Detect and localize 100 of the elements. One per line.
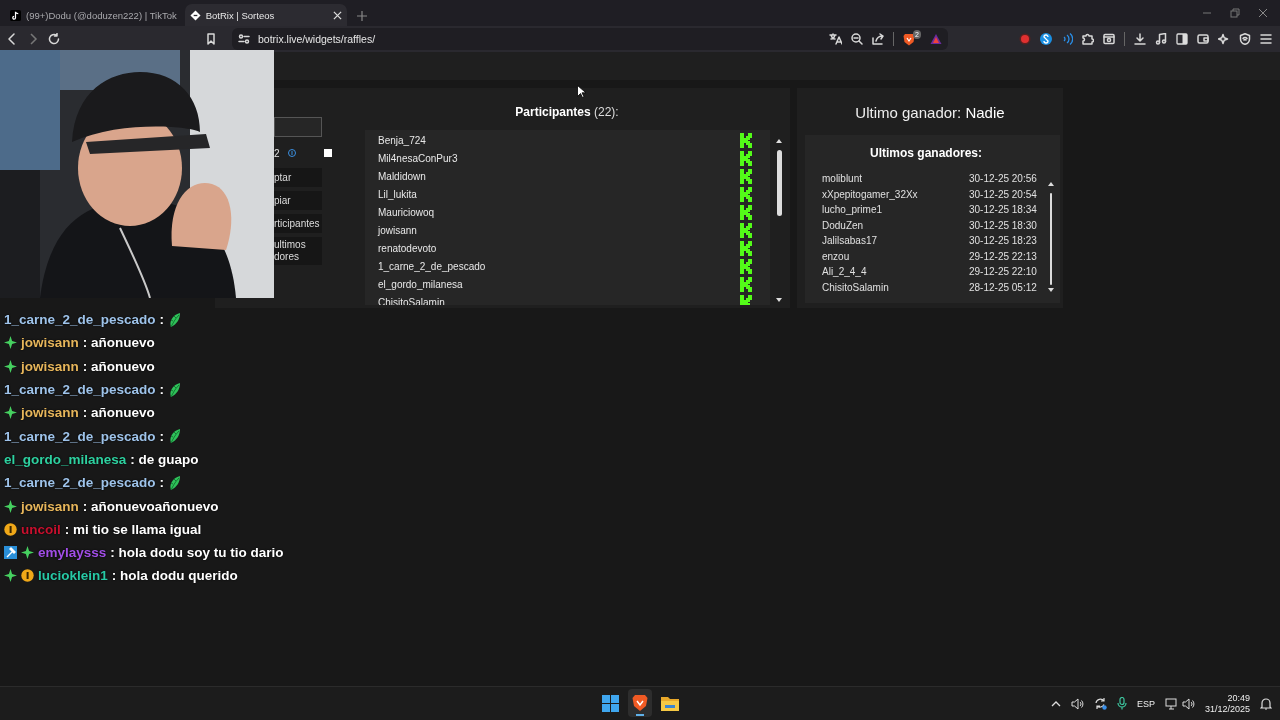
winner-name: ChisitoSalamin bbox=[822, 281, 890, 293]
windows-icon[interactable] bbox=[601, 694, 619, 712]
chat-username: 1_carne_2_de_pescado bbox=[4, 475, 156, 491]
browser-tab[interactable]: BotRix | Sorteos bbox=[184, 4, 347, 26]
wallet-icon[interactable] bbox=[1197, 33, 1209, 45]
chat-message: : añonuevo bbox=[82, 405, 155, 421]
music-icon[interactable] bbox=[1155, 33, 1167, 45]
winners-title: Ultimos ganadores: bbox=[869, 146, 983, 162]
scroll-thumb[interactable] bbox=[776, 150, 782, 216]
record-icon[interactable] bbox=[1019, 33, 1031, 45]
platform-icon bbox=[740, 240, 752, 256]
platform-icon bbox=[740, 294, 752, 305]
info-icon[interactable] bbox=[287, 149, 296, 157]
action-button[interactable]: ultimos dores bbox=[274, 237, 322, 265]
folder-icon[interactable] bbox=[661, 695, 679, 711]
sparkle-badge-icon bbox=[4, 336, 17, 350]
winner-name: Jalilsabas17 bbox=[822, 235, 879, 247]
chat-username: el_gordo_milanesa bbox=[4, 451, 127, 467]
bell-icon[interactable] bbox=[1260, 697, 1272, 710]
screenshot-icon[interactable] bbox=[1103, 33, 1115, 45]
action-button[interactable]: ptar bbox=[274, 168, 322, 187]
platform-icon bbox=[740, 204, 752, 220]
winner-name: moliblunt bbox=[822, 173, 864, 185]
back-icon[interactable] bbox=[6, 33, 18, 45]
winner-date: 30-12-25 18:34 bbox=[969, 204, 1037, 216]
chat-username: emylaysss bbox=[38, 545, 107, 561]
participant-name: renatodevoto bbox=[378, 242, 437, 254]
scroll-up-icon[interactable] bbox=[1047, 181, 1055, 187]
chat-username: jowisann bbox=[21, 405, 79, 421]
chat-username: 1_carne_2_de_pescado bbox=[4, 382, 156, 398]
scroll-thumb[interactable] bbox=[1050, 193, 1052, 285]
sidebar-icon[interactable] bbox=[1176, 33, 1188, 45]
menu-icon[interactable] bbox=[1260, 33, 1272, 45]
clock-time[interactable]: 20:49 bbox=[1227, 692, 1250, 704]
triangle-icon[interactable] bbox=[930, 33, 942, 45]
new-tab-icon[interactable] bbox=[356, 11, 367, 21]
restore-icon[interactable] bbox=[1230, 8, 1240, 18]
chat-message: : bbox=[159, 475, 165, 491]
sparkle-icon[interactable] bbox=[1218, 33, 1230, 45]
close-icon[interactable] bbox=[1258, 8, 1268, 18]
zoom-out-icon[interactable] bbox=[851, 33, 863, 45]
cursor-icon bbox=[577, 85, 586, 98]
coin-badge-icon bbox=[21, 569, 34, 583]
chat-message: : mi tio se llama igual bbox=[64, 521, 202, 537]
winner-date: 30-12-25 20:54 bbox=[969, 188, 1037, 200]
language-indicator[interactable]: ESP bbox=[1136, 698, 1155, 709]
chat-message: : bbox=[159, 382, 165, 398]
chat-username: 1_carne_2_de_pescado bbox=[4, 428, 156, 444]
share-icon[interactable] bbox=[872, 33, 884, 45]
scroll-down-icon[interactable] bbox=[775, 297, 783, 303]
lion-shield-icon[interactable] bbox=[903, 32, 915, 46]
download-icon[interactable] bbox=[1134, 33, 1146, 45]
platform-icon bbox=[740, 222, 752, 238]
participant-name: Lil_lukita bbox=[378, 188, 417, 200]
text-field[interactable] bbox=[274, 117, 322, 137]
option-number: 2 bbox=[274, 147, 280, 159]
microphone-icon[interactable] bbox=[1116, 697, 1127, 710]
chat-username: 1_carne_2_de_pescado bbox=[4, 312, 156, 328]
chat-username: jowisann bbox=[21, 498, 79, 514]
shield-icon[interactable] bbox=[1239, 33, 1251, 45]
lion-shield-icon[interactable] bbox=[632, 694, 648, 712]
clock-date[interactable]: 31/12/2025 bbox=[1204, 703, 1250, 715]
winner-date: 29-12-25 22:10 bbox=[969, 266, 1037, 278]
checkbox[interactable] bbox=[324, 149, 332, 157]
chat-message: : añonuevo bbox=[82, 335, 155, 351]
platform-icon bbox=[740, 150, 752, 166]
winner-name: enzou bbox=[822, 250, 851, 262]
action-button[interactable]: piar bbox=[274, 191, 322, 210]
sparkle-badge-icon bbox=[4, 569, 17, 583]
browser-tab[interactable]: (99+)Dodu (@doduzen222) | TikTok bbox=[6, 4, 183, 26]
wave-icon[interactable] bbox=[1061, 33, 1073, 45]
puzzle-icon[interactable] bbox=[1082, 33, 1094, 45]
action-button[interactable]: rticipantes bbox=[274, 214, 322, 233]
last-winner-title: Ultimo ganador: Nadie bbox=[854, 104, 1006, 123]
participant-name: 1_carne_2_de_pescado bbox=[378, 260, 486, 272]
s-circle-icon[interactable] bbox=[1040, 33, 1052, 45]
participant-name: Mil4nesaConPur3 bbox=[378, 152, 458, 164]
list-title: Participantes (22): bbox=[515, 105, 619, 120]
diamond-icon bbox=[189, 9, 201, 21]
speaker-icon[interactable] bbox=[1181, 697, 1195, 710]
platform-icon bbox=[740, 132, 752, 148]
chat-message: : añonuevoañonuevo bbox=[82, 498, 219, 514]
chat-message: : de guapo bbox=[130, 451, 199, 467]
winner-name: lucho_prime1 bbox=[822, 204, 884, 216]
translate-icon[interactable] bbox=[829, 33, 842, 45]
monitor-icon[interactable] bbox=[1164, 697, 1178, 710]
reload-icon[interactable] bbox=[48, 33, 60, 45]
coin-badge-icon bbox=[4, 522, 17, 536]
site-settings-icon[interactable] bbox=[238, 33, 250, 45]
scroll-up-icon[interactable] bbox=[775, 138, 783, 144]
chat-message: : bbox=[159, 428, 165, 444]
winner-name: DoduZen bbox=[822, 219, 865, 231]
sync-icon[interactable] bbox=[1093, 697, 1107, 710]
forward-icon[interactable] bbox=[27, 33, 39, 45]
bookmark-icon[interactable] bbox=[205, 33, 217, 45]
speaker-icon[interactable] bbox=[1070, 697, 1084, 710]
winner-date: 30-12-25 20:56 bbox=[969, 173, 1037, 185]
scroll-down-icon[interactable] bbox=[1047, 287, 1055, 293]
chat-username: jowisann bbox=[21, 335, 79, 351]
participant-name: Maldidown bbox=[378, 170, 426, 182]
